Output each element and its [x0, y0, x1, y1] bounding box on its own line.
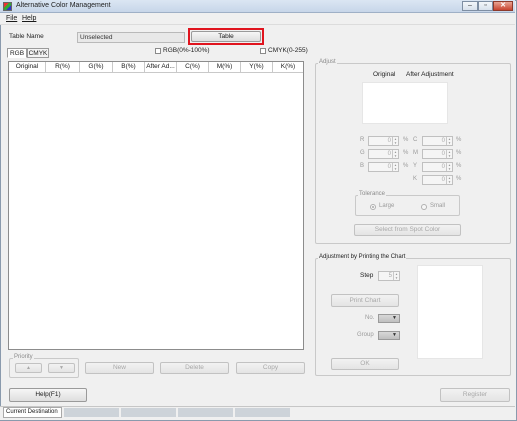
- tolerance-large-label: Large: [379, 203, 395, 209]
- b-percent: %: [403, 163, 409, 169]
- color-preview: [362, 82, 448, 124]
- menu-bar: [0, 13, 515, 25]
- priority-up-button[interactable]: ▲: [15, 363, 42, 373]
- close-button[interactable]: ✕: [493, 1, 513, 11]
- tolerance-small-radio[interactable]: [421, 204, 427, 210]
- y-value: 0: [441, 164, 445, 170]
- k-spinner[interactable]: 0 ▲ ▼: [422, 175, 453, 185]
- column-header[interactable]: Original: [9, 62, 46, 73]
- column-header[interactable]: B(%): [113, 62, 145, 73]
- status-segment: [235, 408, 290, 417]
- c-label: C: [413, 137, 418, 143]
- register-button[interactable]: Register: [440, 388, 510, 402]
- c-percent: %: [456, 137, 462, 143]
- b-spinner[interactable]: 0 ▲ ▼: [368, 162, 399, 172]
- after-adjustment-label: After Adjustment: [406, 71, 454, 78]
- c-value: 0: [441, 138, 445, 144]
- group-dropdown[interactable]: ▼: [378, 331, 400, 340]
- delete-button[interactable]: Delete: [160, 362, 229, 374]
- column-header[interactable]: M(%): [209, 62, 241, 73]
- menu-file[interactable]: File: [6, 15, 17, 22]
- chevron-down-icon: ▼: [392, 315, 397, 321]
- k-value: 0: [441, 177, 445, 183]
- spinner-arrows[interactable]: ▲ ▼: [392, 137, 398, 145]
- table-name-label: Table Name: [9, 33, 44, 40]
- status-segment: [121, 408, 176, 417]
- help-button[interactable]: Help(F1): [9, 388, 87, 402]
- window-title: Alternative Color Management: [16, 2, 111, 9]
- status-segment: [64, 408, 119, 417]
- k-label: K: [413, 176, 418, 182]
- no-dropdown[interactable]: ▼: [378, 314, 400, 323]
- column-header[interactable]: G(%): [80, 62, 113, 73]
- tab-rgb[interactable]: RGB: [7, 48, 27, 58]
- step-label: Step: [360, 272, 374, 279]
- y-spinner[interactable]: 0 ▲ ▼: [422, 162, 453, 172]
- maximize-button[interactable]: ▫: [478, 1, 493, 11]
- spinner-arrows[interactable]: ▲ ▼: [392, 150, 398, 158]
- rgb-percent-label: RGB(0%-100%): [163, 47, 210, 54]
- chevron-down-icon: ▼: [392, 332, 397, 338]
- g-percent: %: [403, 150, 409, 156]
- spinner-arrows[interactable]: ▲ ▼: [446, 176, 452, 184]
- r-label: R: [360, 137, 365, 143]
- table-name-field: Unselected: [77, 32, 185, 43]
- printing-label: Adjustment by Printing the Chart: [318, 254, 407, 260]
- m-percent: %: [456, 150, 462, 156]
- column-header[interactable]: After Ad...: [145, 62, 177, 73]
- spinner-arrows[interactable]: ▲ ▼: [446, 150, 452, 158]
- select-from-spot-color-button[interactable]: Select from Spot Color: [354, 224, 461, 236]
- step-value: 5: [388, 273, 392, 279]
- y-label: Y: [413, 163, 418, 169]
- new-button[interactable]: New: [85, 362, 154, 374]
- minimize-button[interactable]: –: [462, 1, 478, 11]
- g-label: G: [360, 150, 365, 156]
- tolerance-large-radio[interactable]: [370, 204, 376, 210]
- spinner-arrows[interactable]: ▲ ▼: [446, 137, 452, 145]
- r-spinner[interactable]: 0 ▲ ▼: [368, 136, 399, 146]
- r-value: 0: [387, 138, 391, 144]
- no-label: No.: [365, 315, 375, 321]
- step-spinner[interactable]: 5 ▲ ▼: [378, 271, 400, 281]
- c-spinner[interactable]: 0 ▲ ▼: [422, 136, 453, 146]
- m-value: 0: [441, 151, 445, 157]
- adjust-label: Adjust: [318, 59, 337, 65]
- column-header[interactable]: Y(%): [241, 62, 273, 73]
- print-chart-button[interactable]: Print Chart: [331, 294, 399, 307]
- chart-preview: [417, 265, 483, 359]
- b-value: 0: [387, 164, 391, 170]
- color-table[interactable]: Original R(%) G(%) B(%) After Ad... C(%)…: [8, 61, 304, 350]
- menu-help[interactable]: Help: [22, 15, 36, 22]
- g-value: 0: [387, 151, 391, 157]
- column-header[interactable]: C(%): [177, 62, 209, 73]
- group-label: Group: [357, 332, 374, 338]
- y-percent: %: [456, 163, 462, 169]
- cmyk-range-checkbox[interactable]: [260, 48, 266, 54]
- spinner-arrows[interactable]: ▲ ▼: [392, 163, 398, 171]
- table-button[interactable]: Table: [191, 31, 261, 42]
- priority-label: Priority: [13, 354, 34, 360]
- tolerance-small-label: Small: [430, 203, 446, 209]
- b-label: B: [360, 163, 365, 169]
- tab-cmyk[interactable]: CMYK: [27, 48, 49, 58]
- priority-down-button[interactable]: ▼: [48, 363, 75, 373]
- column-header[interactable]: R(%): [46, 62, 80, 73]
- rgb-percent-checkbox[interactable]: [155, 48, 161, 54]
- spinner-arrows[interactable]: ▲ ▼: [393, 272, 399, 280]
- m-label: M: [413, 150, 418, 156]
- g-spinner[interactable]: 0 ▲ ▼: [368, 149, 399, 159]
- m-spinner[interactable]: 0 ▲ ▼: [422, 149, 453, 159]
- ok-button[interactable]: OK: [331, 358, 399, 370]
- app-icon: [3, 2, 12, 11]
- original-label: Original: [373, 71, 396, 78]
- cmyk-range-label: CMYK(0-255): [268, 47, 308, 54]
- k-percent: %: [456, 176, 462, 182]
- column-header[interactable]: K(%): [273, 62, 303, 73]
- tolerance-label: Tolerance: [358, 191, 387, 197]
- spinner-arrows[interactable]: ▲ ▼: [446, 163, 452, 171]
- r-percent: %: [403, 137, 409, 143]
- copy-button[interactable]: Copy: [236, 362, 305, 374]
- current-destination-label: Current Destination: [3, 407, 62, 418]
- status-segment: [178, 408, 233, 417]
